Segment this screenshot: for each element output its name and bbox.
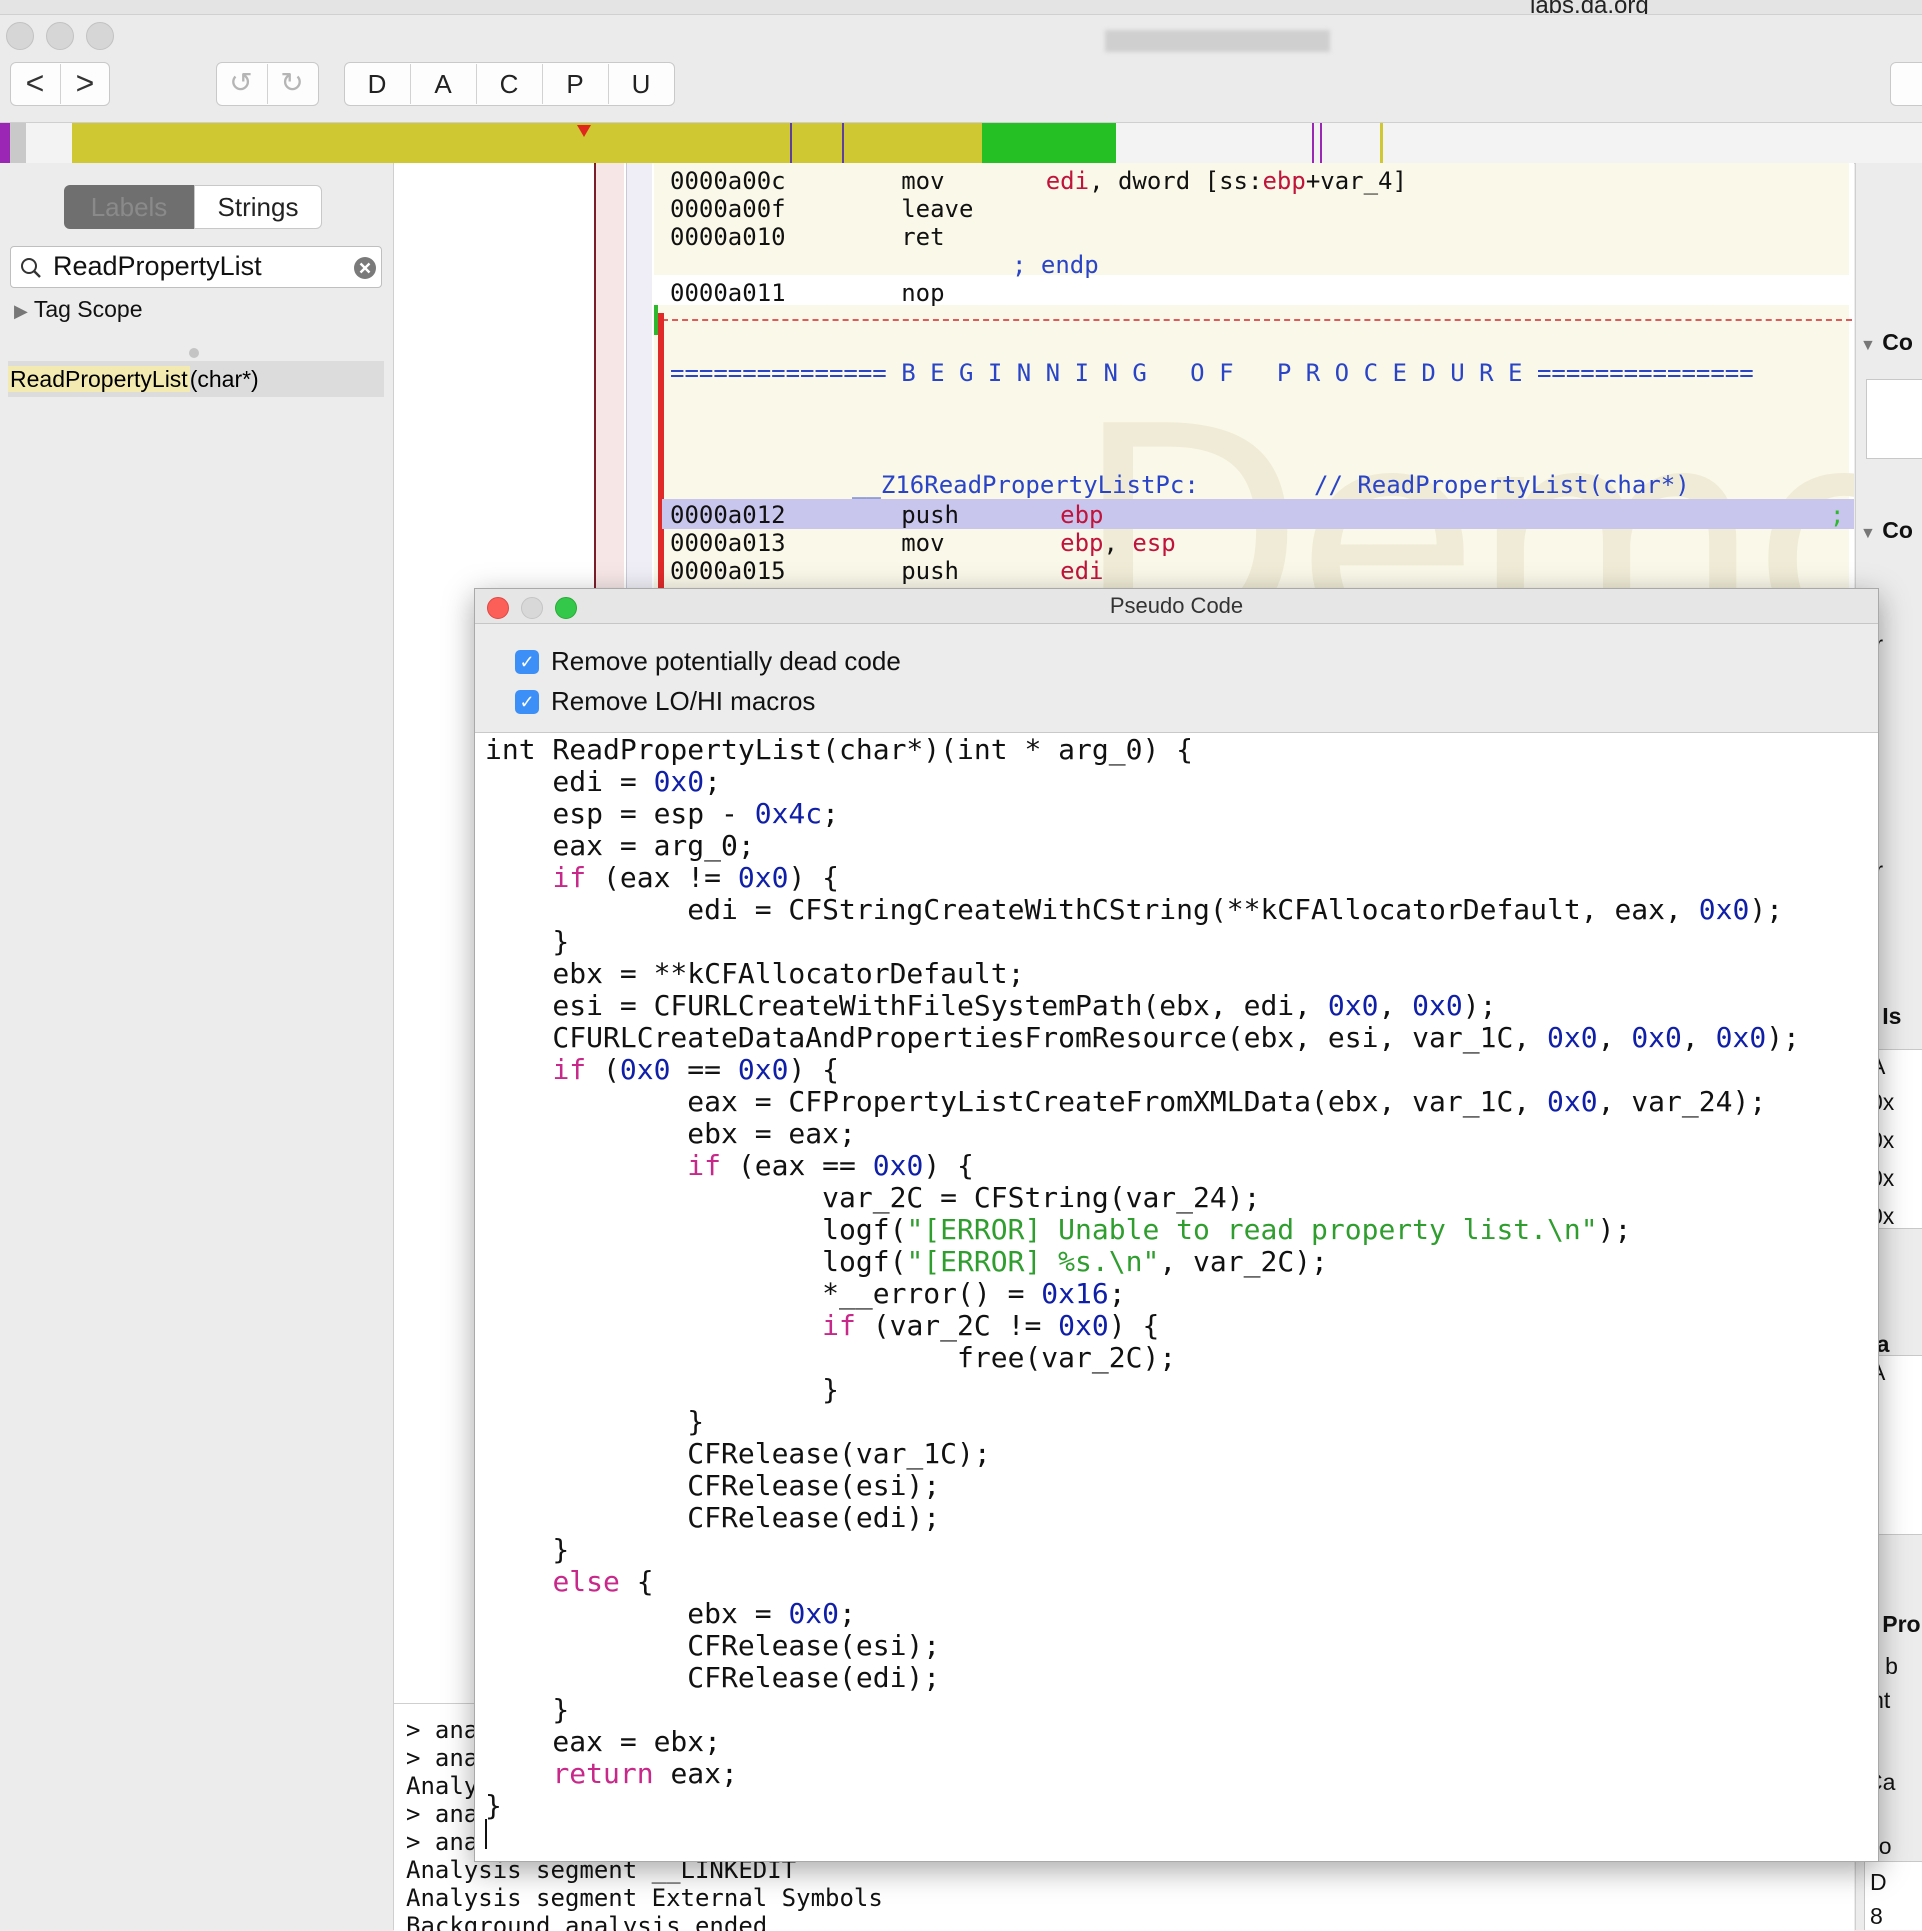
console-line: > ana [406,1800,479,1828]
flow-gutter [596,163,624,593]
disasm-line[interactable]: 0000a011 nop [670,279,945,307]
console-line: > ana [406,1716,479,1744]
redo-button[interactable]: ↻ [267,62,317,106]
procedure-bar [658,313,664,593]
close-window-button[interactable] [6,22,34,50]
redo-icon: ↻ [280,67,304,98]
segment-text [72,123,982,163]
pseudo-code-text[interactable]: int ReadPropertyList(char*)(int * arg_0)… [485,734,1800,1822]
resize-handle-dot[interactable] [189,348,199,358]
tab-strings[interactable]: Strings [194,185,322,229]
procedure-type-button[interactable]: P [543,62,607,106]
blurred-region [1105,30,1330,52]
search-icon [21,258,41,278]
line-comment-marker: ; [1830,501,1845,529]
disclosure-triangle-icon: ▶ [14,301,28,321]
console-line: Background analysis ended [406,1912,768,1931]
list-item[interactable]: ReadPropertyList(char*) [8,361,384,397]
checkmark-icon: ✓ [519,692,535,712]
segment-marker [842,123,844,163]
options-bar: ✓ Remove potentially dead code ✓ Remove … [475,624,1878,733]
lohi-macros-checkbox[interactable]: ✓ [515,690,539,714]
data-type-button[interactable]: D [345,62,409,106]
tag-scope-disclosure[interactable]: ▶ Tag Scope [14,296,143,323]
window-title: Pseudo Code [1109,593,1244,618]
section-header[interactable]: ▼ Co [1860,329,1913,356]
chevron-left-icon: < [25,65,45,101]
window-titlebar[interactable]: Pseudo Code [475,589,1878,624]
segment-marker [1380,123,1383,163]
disasm-line[interactable]: 0000a010 ret [670,223,945,251]
dead-code-label[interactable]: Remove potentially dead code [551,646,901,677]
section-header[interactable]: ▼ Co [1860,517,1913,544]
disasm-line[interactable]: 0000a013 mov ebp, esp [670,529,1176,557]
console-line: Analysis segment External Symbols [406,1884,883,1912]
ascii-type-button[interactable]: A [411,62,475,106]
zoom-window-button[interactable] [86,22,114,50]
panel-box[interactable] [1866,379,1922,459]
flow-gutter [644,163,652,593]
forward-button[interactable]: > [60,62,110,106]
segment-purple-start [0,123,10,163]
search-input[interactable]: ReadPropertyList [10,246,382,288]
procedure-label-comment: // ReadPropertyList(char*) [1314,471,1690,499]
text-cursor [485,1819,487,1849]
chevron-right-icon: > [75,65,95,101]
segment-navigation-bar[interactable] [0,122,1922,164]
minimize-window-button[interactable] [46,22,74,50]
procedure-separator [662,319,1852,321]
cursor-marker-icon [577,125,591,137]
dead-code-checkbox[interactable]: ✓ [515,650,539,674]
endp-comment: ; endp [1012,251,1099,279]
tab-labels[interactable]: Labels [64,185,194,229]
undefined-type-button[interactable]: U [609,62,673,106]
undo-button[interactable]: ↺ [216,62,266,106]
console-line: Analy [406,1772,479,1800]
table-cell: 8 [1870,1903,1883,1929]
pseudo-code-window[interactable]: Pseudo Code ✓ Remove potentially dead co… [474,588,1879,1862]
search-value: ReadPropertyList [53,251,262,281]
back-button[interactable]: < [10,62,60,106]
result-match: ReadPropertyList [8,366,190,392]
tag-scope-label: Tag Scope [33,296,143,322]
toolbar: labs.da.org < > ↺ ↻ D A C P U [0,0,1922,122]
sidebar: Labels Strings ReadPropertyList ▶ Tag Sc… [0,163,394,1930]
code-type-button[interactable]: C [477,62,541,106]
result-rest: (char*) [189,366,259,392]
console-line: > ana [406,1828,479,1856]
procedure-label[interactable]: __Z16ReadPropertyListPc: [852,471,1199,499]
table-cell: D [1870,1869,1887,1895]
segment-code [982,123,1116,163]
browser-strip: labs.da.org [0,0,1922,15]
disasm-line-selected[interactable]: 0000a012 push ebp [670,501,1104,529]
disasm-line[interactable]: 0000a015 push edi [670,557,1104,585]
inspector-toggle-button[interactable] [1890,62,1922,106]
procedure-banner: =============== B E G I N N I N G O F P … [670,359,1754,387]
disasm-line[interactable]: 0000a00f leave [670,195,973,223]
segment-marker [790,123,792,163]
site-title: labs.da.org [1530,0,1649,15]
segment-marker [1312,123,1314,163]
segment-gray [10,123,26,163]
clear-search-icon[interactable] [353,256,377,280]
segment-marker [1320,123,1322,163]
undo-icon: ↺ [229,67,253,98]
checkmark-icon: ✓ [519,652,535,672]
disasm-line[interactable]: 0000a00c mov edi, dword [ss:ebp+var_4] [670,167,1407,195]
console-line: > ana [406,1744,479,1772]
lohi-macros-label[interactable]: Remove LO/HI macros [551,686,815,717]
